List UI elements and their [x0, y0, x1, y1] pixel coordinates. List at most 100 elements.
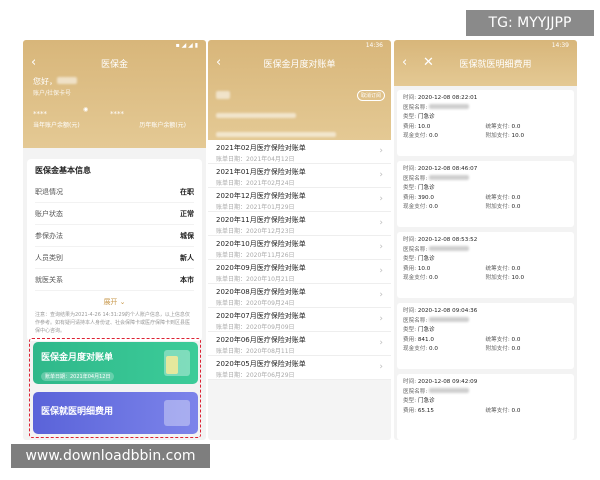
card-date: 账单日期：2021年04月12日: [41, 372, 115, 381]
chevron-right-icon: ›: [379, 146, 383, 156]
page-title: 医保就医明细费用: [459, 59, 532, 70]
document-illustration-icon: [164, 400, 190, 426]
list-item[interactable]: 2020年06月医疗保险对账单 账单日期：2020年08月11日 ›: [208, 332, 391, 356]
record-type: 类型: 门急诊: [403, 327, 435, 333]
page-title: 医保金月度对账单: [263, 59, 336, 70]
navbar: ‹ ✕ 医保就医明细费用: [394, 52, 577, 74]
info-row: 就医关系 本市: [35, 269, 194, 291]
back-arrow-icon[interactable]: ‹: [31, 55, 36, 70]
chevron-right-icon: ›: [379, 194, 383, 204]
status-bar: 14:39: [551, 42, 569, 49]
fee-record[interactable]: 时间: 2020-12-08 09:04:36 医院名称: 类型: 门急诊 费用: …: [397, 303, 574, 369]
section-title: 医保金基本信息: [35, 166, 91, 175]
record-pooled: 统筹支付: 0.0: [485, 123, 521, 130]
close-icon[interactable]: ✕: [423, 55, 434, 70]
navbar: ‹ 医保金月度对账单: [208, 52, 391, 74]
chevron-right-icon: ›: [379, 266, 383, 276]
record-type: 类型: 门急诊: [403, 256, 435, 262]
record-cash: 现金支付: 0.0: [403, 346, 438, 352]
record-cash: 现金支付: 0.0: [403, 275, 438, 281]
header: 14:36 ‹ 医保金月度对账单 取消订阅: [208, 40, 391, 140]
account-summary: 取消订阅: [208, 74, 391, 141]
watermark-site: www.downloadbbin.com: [11, 444, 210, 468]
list-item[interactable]: 2020年08月医疗保险对账单 账单日期：2020年09月24日 ›: [208, 284, 391, 308]
balance-history: ****: [110, 110, 124, 118]
back-arrow-icon[interactable]: ‹: [216, 55, 221, 70]
chevron-right-icon: ›: [379, 218, 383, 228]
chevron-right-icon: ›: [379, 362, 383, 372]
chevron-down-icon: ⌄: [119, 298, 126, 306]
record-pooled: 统筹支付: 0.0: [485, 407, 521, 414]
record-additional: 附加支付: 0.0: [485, 204, 521, 210]
basic-info-panel: 医保金基本信息 职退情况 在职 账户状态 正常 参保办法 城保 人员类别 新人 就医关系…: [27, 159, 202, 341]
balances: **** **** ◉: [23, 98, 206, 118]
record-hospital: 医院名称:: [403, 103, 568, 114]
chevron-right-icon: ›: [379, 290, 383, 300]
page-title: 医保金: [100, 59, 128, 70]
list-item[interactable]: 2020年05月医疗保险对账单 账单日期：2020年06月29日 ›: [208, 356, 391, 380]
list-item[interactable]: 2020年11月医疗保险对账单 账单日期：2020年12月23日 ›: [208, 212, 391, 236]
record-hospital: 医院名称:: [403, 245, 568, 256]
chevron-right-icon: ›: [379, 242, 383, 252]
monthly-statement-card[interactable]: 医保金月度对账单 账单日期：2021年04月12日: [33, 342, 198, 384]
greeting: 您好，: [23, 74, 206, 87]
list-item[interactable]: 2020年07月医疗保险对账单 账单日期：2020年09月09日 ›: [208, 308, 391, 332]
record-pooled: 统筹支付: 0.0: [485, 336, 521, 343]
record-cash: 现金支付: 0.0: [403, 204, 438, 210]
chevron-right-icon: ›: [379, 170, 383, 180]
fee-record[interactable]: 时间: 2020-12-08 08:53:52 医院名称: 类型: 门急诊 费用: …: [397, 232, 574, 298]
record-pooled: 统筹支付: 0.0: [485, 265, 521, 272]
medical-detail-card[interactable]: 医保就医明细费用: [33, 392, 198, 434]
record-time: 时间: 2020-12-08 09:04:36: [403, 308, 478, 314]
record-hospital: 医院名称:: [403, 316, 568, 327]
card-number-label: 账户/社保卡号: [33, 90, 72, 97]
coin-illustration-icon: [166, 356, 178, 374]
list-item[interactable]: 2020年10月医疗保险对账单 账单日期：2020年11月26日 ›: [208, 236, 391, 260]
screen-monthly-statements: 14:36 ‹ 医保金月度对账单 取消订阅 2021年02月医疗保险对账单 账单日…: [208, 40, 391, 440]
expand-button[interactable]: 展开 ⌄: [35, 297, 194, 307]
list-item[interactable]: 2021年01月医疗保险对账单 账单日期：2021年02月24日 ›: [208, 164, 391, 188]
fee-record[interactable]: 时间: 2020-12-08 09:42:09 医院名称: 类型: 门急诊 费用: …: [397, 374, 574, 440]
header: ▪ ◢ ◢ ▮ ‹ 医保金 您好， 账户/社保卡号 **** **** ◉ 当年…: [23, 40, 206, 148]
label-history-balance: 历年账户余额(元): [139, 122, 186, 129]
record-fee: 费用: 10.0: [403, 123, 431, 130]
list-item[interactable]: 2020年09月医疗保险对账单 账单日期：2020年10月21日 ›: [208, 260, 391, 284]
watermark-telegram: TG: MYYJJPP: [466, 10, 594, 36]
record-time: 时间: 2020-12-08 08:53:52: [403, 237, 478, 243]
record-additional: 附加支付: 10.0: [485, 133, 525, 139]
record-fee: 费用: 841.0: [403, 336, 434, 343]
record-type: 类型: 门急诊: [403, 185, 435, 191]
balance-labels: 当年账户余额(元) 历年账户余额(元): [23, 118, 206, 131]
record-time: 时间: 2020-12-08 08:46:07: [403, 166, 478, 172]
navbar: ‹ 医保金: [23, 52, 206, 74]
record-type: 类型: 门急诊: [403, 398, 435, 404]
info-row: 职退情况 在职: [35, 181, 194, 203]
statement-list: 2021年02月医疗保险对账单 账单日期：2021年04月12日 › 2021年01…: [208, 140, 391, 380]
record-fee: 费用: 65.15: [403, 407, 434, 414]
fee-record[interactable]: 时间: 2020-12-08 08:46:07 医院名称: 类型: 门急诊 费用: …: [397, 161, 574, 227]
list-item[interactable]: 2021年02月医疗保险对账单 账单日期：2021年04月12日 ›: [208, 140, 391, 164]
back-arrow-icon[interactable]: ‹: [402, 55, 407, 70]
chevron-right-icon: ›: [379, 338, 383, 348]
info-row: 人员类别 新人: [35, 247, 194, 269]
chevron-right-icon: ›: [379, 314, 383, 324]
screen-medical-insurance-fund: ▪ ◢ ◢ ▮ ‹ 医保金 您好， 账户/社保卡号 **** **** ◉ 当年…: [23, 40, 206, 440]
info-row: 账户状态 正常: [35, 203, 194, 225]
record-list: 时间: 2020-12-08 08:22:01 医院名称: 类型: 门急诊 费用: …: [397, 90, 574, 440]
record-additional: 附加支付: 0.0: [485, 346, 521, 352]
record-time: 时间: 2020-12-08 08:22:01: [403, 95, 478, 101]
status-bar: 14:36: [365, 42, 383, 49]
balance-current: ****: [33, 110, 47, 118]
eye-icon[interactable]: ◉: [83, 106, 88, 113]
header: 14:39 ‹ ✕ 医保就医明细费用: [394, 40, 577, 86]
record-fee: 费用: 10.0: [403, 265, 431, 272]
list-item[interactable]: 2020年12月医疗保险对账单 账单日期：2021年01月29日 ›: [208, 188, 391, 212]
record-hospital: 医院名称:: [403, 174, 568, 185]
record-cash: 现金支付: 0.0: [403, 133, 438, 139]
unsubscribe-button[interactable]: 取消订阅: [356, 90, 385, 101]
record-additional: 附加支付: 10.0: [485, 275, 525, 281]
screen-medical-detail-fees: 14:39 ‹ ✕ 医保就医明细费用 时间: 2020-12-08 08:22:…: [394, 40, 577, 440]
info-row: 参保办法 城保: [35, 225, 194, 247]
record-fee: 费用: 390.0: [403, 194, 434, 201]
fee-record[interactable]: 时间: 2020-12-08 08:22:01 医院名称: 类型: 门急诊 费用: …: [397, 90, 574, 156]
